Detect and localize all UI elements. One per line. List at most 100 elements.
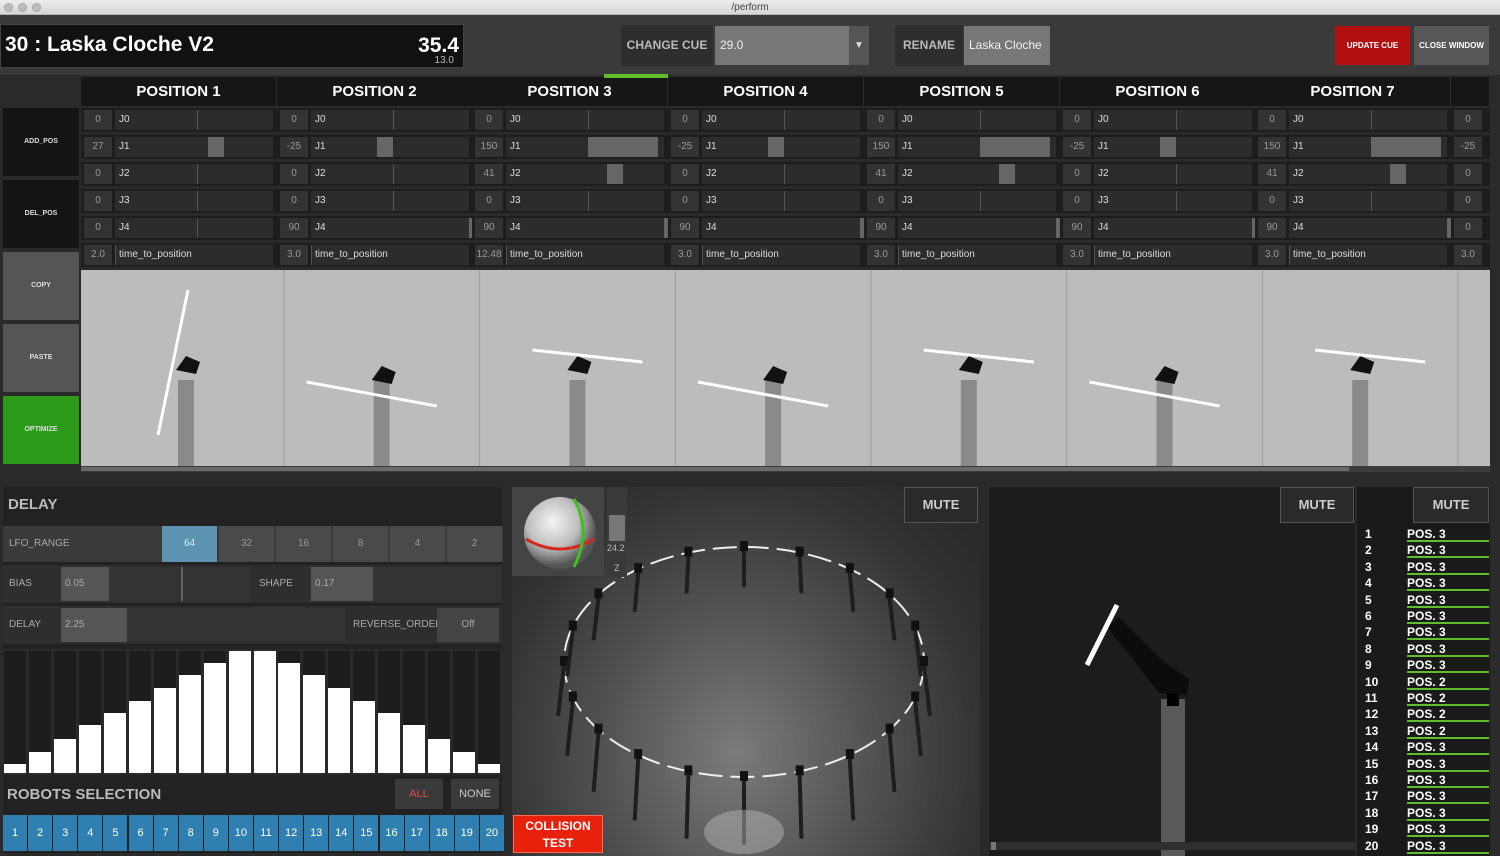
joint-slider[interactable]: J4 [311, 218, 485, 238]
side-view-scrollbar[interactable] [989, 842, 1355, 850]
joint-slider[interactable]: J4 [702, 218, 876, 238]
joint-slider[interactable]: J3 [506, 191, 664, 211]
joint-slider[interactable]: J3 [1094, 191, 1252, 211]
robot-select-button-9[interactable]: 9 [203, 815, 228, 851]
delay-bar-slot[interactable] [378, 651, 400, 773]
robot-select-button-5[interactable]: 5 [103, 815, 128, 851]
joint-value[interactable]: 0 [84, 164, 112, 184]
joint-value[interactable]: -25 [1063, 137, 1091, 157]
joint-value[interactable]: 0 [280, 110, 308, 130]
preview-scrollbar-thumb[interactable] [81, 467, 1349, 471]
update-cue-button[interactable]: UPDATE CUE [1335, 26, 1410, 65]
copy-button[interactable]: COPY [3, 252, 79, 320]
joint-value[interactable]: -25 [280, 137, 308, 157]
joint-slider[interactable]: J2 [702, 164, 860, 184]
robot-position-item[interactable]: 19 POS. 3 [1361, 821, 1489, 838]
robot-select-button-10[interactable]: 10 [228, 815, 253, 851]
robot-position-item[interactable]: 9 POS. 3 [1361, 657, 1489, 674]
joint-handle[interactable] [1390, 164, 1406, 184]
robot-select-button-20[interactable]: 20 [479, 815, 504, 851]
time-value[interactable]: 3.0 [280, 245, 308, 265]
close-window-button[interactable]: CLOSE WINDOW [1414, 26, 1489, 65]
delay-bar-slot[interactable] [328, 651, 350, 773]
position-header-5[interactable]: POSITION 5 [864, 77, 1060, 106]
delay-bar-slot[interactable] [54, 651, 76, 773]
joint-value[interactable]: 0 [475, 191, 503, 211]
joint-handle[interactable] [208, 137, 224, 157]
robot-position-item[interactable]: 3 POS. 3 [1361, 559, 1489, 575]
delay-bar-slot[interactable] [278, 651, 300, 773]
side-view-mute-button[interactable]: MUTE [1280, 487, 1354, 523]
joint-slider[interactable]: J1 [115, 137, 273, 157]
joint-value[interactable]: 0 [475, 110, 503, 130]
time-value[interactable]: 3.0 [671, 245, 699, 265]
joint-handle[interactable] [607, 164, 623, 184]
time-slider[interactable]: time_to_position [1094, 245, 1252, 265]
time-slider[interactable]: time_to_position [1289, 245, 1447, 265]
joint-value[interactable]: 0 [1063, 110, 1091, 130]
joint-value[interactable]: 27 [84, 137, 112, 157]
robot-position-item[interactable]: 10 POS. 2 [1361, 674, 1489, 690]
joint-slider[interactable]: J2 [311, 164, 469, 184]
joint-slider[interactable]: J4 [506, 218, 680, 238]
robot-select-button-13[interactable]: 13 [304, 815, 329, 851]
joint-handle[interactable] [1160, 137, 1176, 157]
joint-handle[interactable] [768, 137, 784, 157]
robot-position-item[interactable]: 6 POS. 3 [1361, 608, 1489, 624]
robot-position-item[interactable]: 17 POS. 3 [1361, 788, 1489, 805]
paste-button[interactable]: PASTE [3, 324, 79, 392]
side-view[interactable] [989, 487, 1355, 856]
close-window-dot-icon[interactable] [4, 3, 13, 12]
joint-value[interactable]: 0 [1454, 218, 1482, 238]
joint-slider[interactable]: J4 [115, 218, 273, 238]
lfo-option-64[interactable]: 64 [162, 526, 218, 562]
joint-slider[interactable]: J2 [506, 164, 664, 184]
robot-select-button-1[interactable]: 1 [3, 815, 27, 851]
joint-slider[interactable]: J1 [1289, 137, 1447, 157]
delay-bar-slot[interactable] [179, 651, 201, 773]
add-pos-button[interactable]: ADD_POS [3, 108, 79, 176]
joint-slider[interactable]: J1 [506, 137, 664, 157]
joint-value[interactable]: 0 [1063, 164, 1091, 184]
chevron-down-icon[interactable]: ▼ [849, 26, 869, 65]
shape-slider[interactable]: 0.17 [311, 567, 502, 601]
delay-bar-slot[interactable] [229, 651, 251, 773]
robot-select-button-8[interactable]: 8 [178, 815, 203, 851]
position-header-1[interactable]: POSITION 1 [81, 77, 277, 106]
robot-select-button-19[interactable]: 19 [454, 815, 479, 851]
time-value[interactable]: 3.0 [1454, 245, 1482, 265]
joint-slider[interactable]: J0 [1094, 110, 1252, 130]
minimize-window-dot-icon[interactable] [18, 3, 27, 12]
select-none-button[interactable]: NONE [451, 779, 499, 809]
robot-position-item[interactable]: 14 POS. 3 [1361, 739, 1489, 756]
side-view-scrollbar-thumb[interactable] [991, 842, 996, 850]
select-all-button[interactable]: ALL [395, 779, 443, 809]
joint-value[interactable]: 90 [671, 218, 699, 238]
joint-value[interactable]: -25 [1454, 137, 1482, 157]
robot-position-item[interactable]: 1 POS. 3 [1361, 526, 1489, 542]
delay-bar-slot[interactable] [204, 651, 226, 773]
joint-slider[interactable]: J3 [115, 191, 273, 211]
joint-value[interactable]: 0 [84, 218, 112, 238]
joint-handle[interactable] [999, 164, 1015, 184]
collision-test-button[interactable]: COLLISION TEST [513, 815, 603, 853]
rename-input[interactable]: Laska Cloche [964, 26, 1050, 65]
robot-select-button-7[interactable]: 7 [153, 815, 178, 851]
joint-value[interactable]: 150 [867, 137, 895, 157]
lfo-option-2[interactable]: 2 [447, 526, 503, 562]
robot-select-button-6[interactable]: 6 [128, 815, 153, 851]
time-value[interactable]: 3.0 [1063, 245, 1091, 265]
joint-slider[interactable]: J0 [115, 110, 273, 130]
joint-slider[interactable]: J2 [1289, 164, 1447, 184]
joint-value[interactable]: 0 [1454, 164, 1482, 184]
preview-scrollbar[interactable] [81, 466, 1490, 472]
joint-value[interactable]: 0 [1454, 110, 1482, 130]
joint-slider[interactable]: J0 [898, 110, 1056, 130]
joint-value[interactable]: 0 [671, 110, 699, 130]
joint-slider[interactable]: J3 [311, 191, 469, 211]
joint-value[interactable]: 41 [475, 164, 503, 184]
joint-value[interactable]: 0 [1063, 191, 1091, 211]
robot-select-button-3[interactable]: 3 [53, 815, 78, 851]
lfo-option-32[interactable]: 32 [219, 526, 275, 562]
lfo-option-8[interactable]: 8 [333, 526, 389, 562]
